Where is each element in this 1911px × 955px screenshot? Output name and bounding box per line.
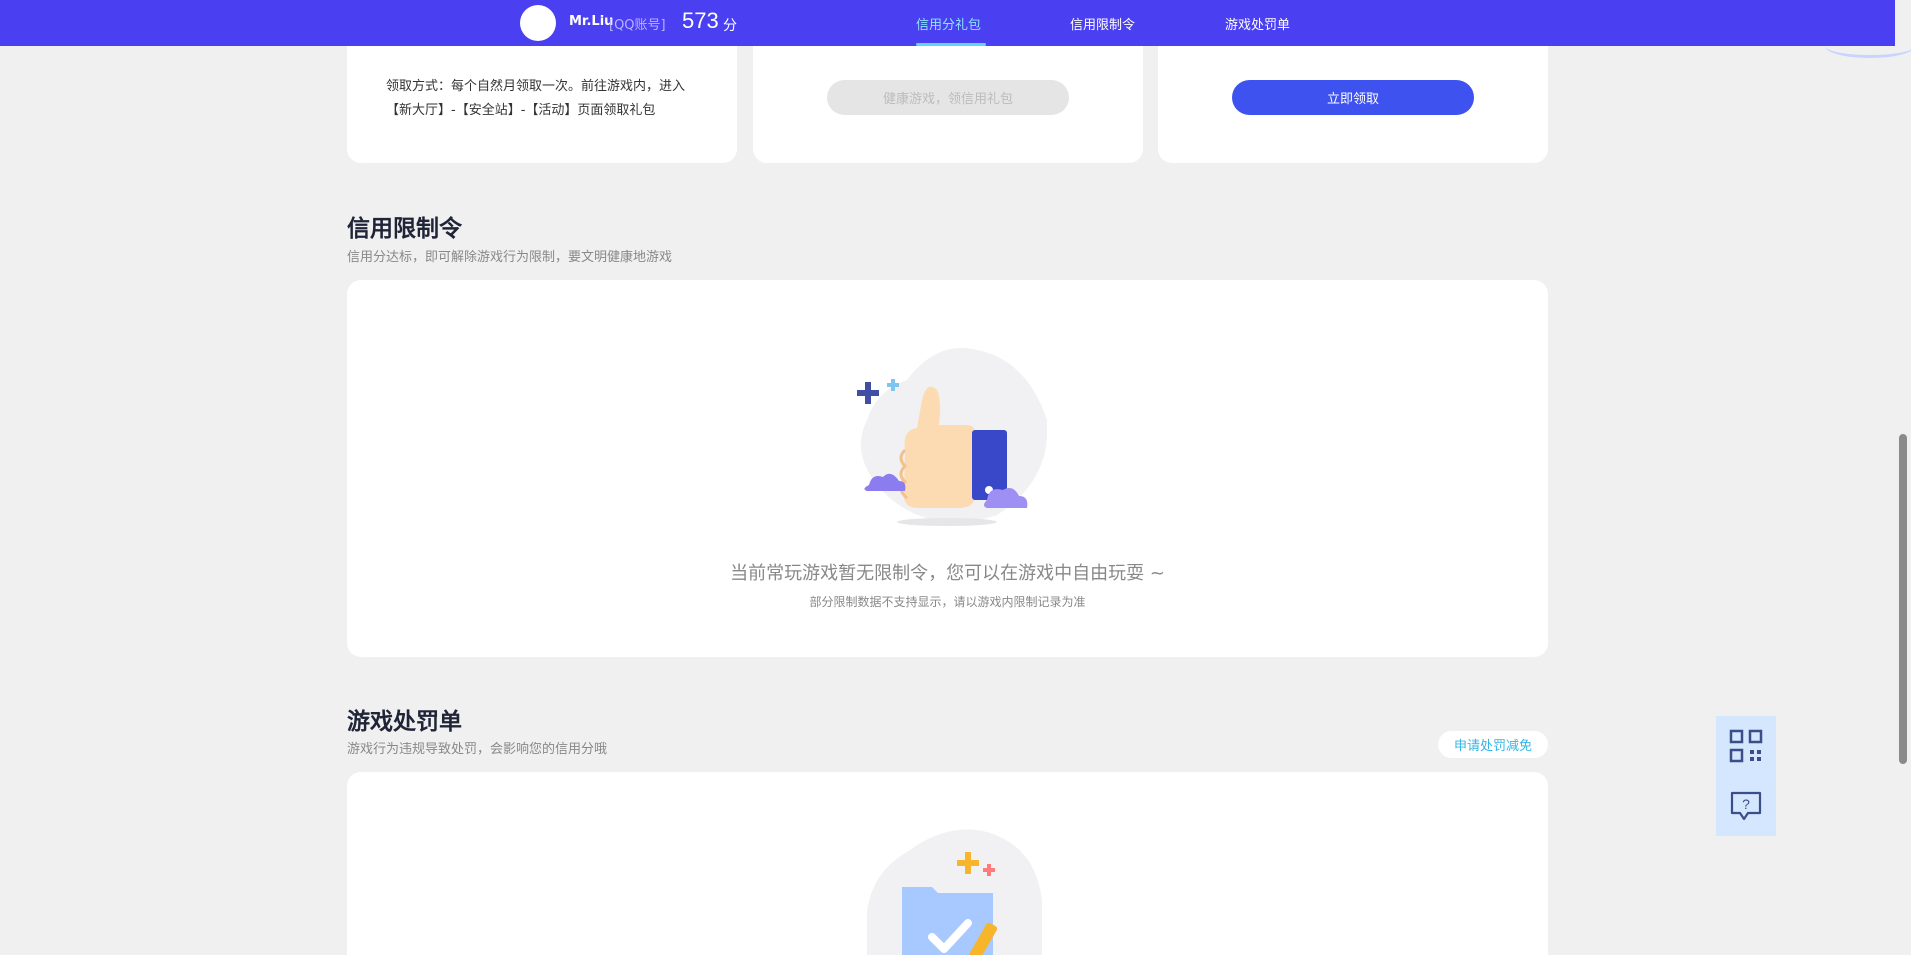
qr-code-button[interactable] [1716, 716, 1776, 776]
tab-credit-gift[interactable]: 信用分礼包 [916, 14, 981, 33]
page-scrollbar[interactable] [1895, 0, 1911, 955]
qr-code-icon [1729, 729, 1763, 763]
credit-score: 573 [682, 8, 719, 33]
thumbs-up-illustration-icon [857, 348, 1047, 526]
active-tab-indicator [916, 43, 986, 46]
help-button[interactable]: ? [1716, 776, 1776, 836]
penalty-section-subtitle: 游戏行为违规导致处罚，会影响您的信用分哦 [347, 742, 608, 757]
restriction-empty-message: 当前常玩游戏暂无限制令，您可以在游戏中自由玩耍 ~ [730, 563, 1165, 584]
top-nav-bar: Mr.Liu [QQ账号] 573 分 信用分礼包 信用限制令 游戏处罚单 [0, 0, 1911, 58]
tab-game-penalty[interactable]: 游戏处罚单 [1225, 14, 1290, 33]
folder-check-illustration-icon [867, 829, 1042, 955]
svg-text:?: ? [1742, 796, 1750, 812]
penalty-section-title: 游戏处罚单 [347, 709, 462, 735]
restriction-section-subtitle: 信用分达标，即可解除游戏行为限制，要文明健康地游戏 [347, 250, 673, 265]
help-chat-icon: ? [1730, 791, 1762, 821]
scrollbar-thumb[interactable] [1899, 434, 1907, 764]
claim-now-button[interactable]: 立即领取 [1232, 80, 1474, 115]
decorative-arc [1825, 34, 1911, 58]
credit-score-unit: 分 [723, 18, 737, 34]
restriction-empty-card: 当前常玩游戏暂无限制令，您可以在游戏中自由玩耍 ~ 部分限制数据不支持显示，请以… [347, 280, 1548, 657]
restriction-section-title: 信用限制令 [347, 216, 462, 242]
restriction-empty-note: 部分限制数据不支持显示，请以游戏内限制记录为准 [809, 595, 1086, 609]
account-type: [QQ账号] [609, 18, 666, 33]
gift-claim-description: 领取方式：每个自然月领取一次。前往游戏内，进入【新大厅】-【安全站】-【活动】页… [386, 79, 686, 118]
apply-penalty-reduction-button[interactable]: 申请处罚减免 [1438, 731, 1548, 758]
tab-credit-restriction[interactable]: 信用限制令 [1070, 14, 1135, 33]
claim-button-disabled: 健康游戏，领信用礼包 [827, 80, 1069, 115]
penalty-empty-card [347, 772, 1548, 955]
avatar[interactable] [520, 5, 556, 41]
username: Mr.Liu [569, 14, 614, 29]
